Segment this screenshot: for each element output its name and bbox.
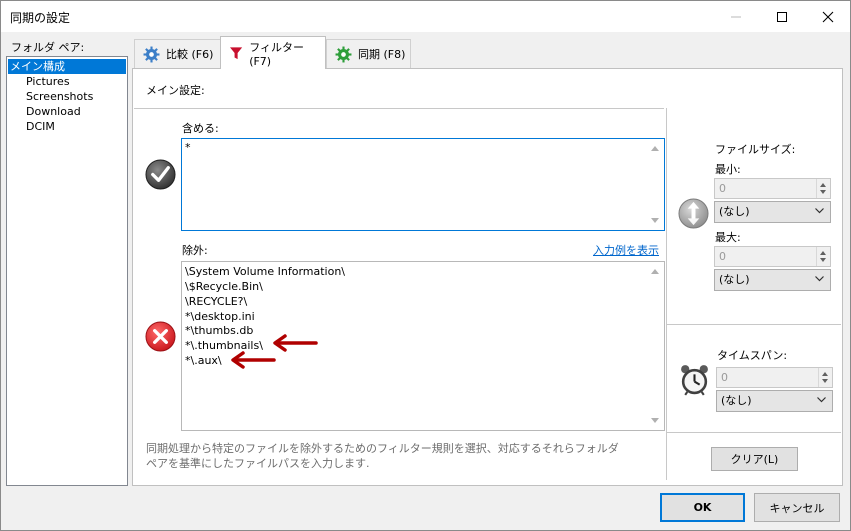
column-divider: [666, 108, 667, 480]
chevron-down-icon: [815, 276, 824, 282]
exclude-line: *\thumbs.db: [185, 324, 254, 337]
include-textarea[interactable]: *: [181, 138, 665, 231]
timespan-unit: (なし): [721, 394, 752, 407]
maximize-icon: [777, 11, 787, 22]
exclude-line: *\.aux\: [185, 354, 222, 367]
exclude-scrollbar[interactable]: [647, 262, 664, 430]
filter-help-text: 同期処理から特定のファイルを除外するためのフィルター規則を選択、対応するそれらフ…: [146, 442, 619, 470]
min-size-value: 0: [719, 182, 726, 195]
exclude-line: *\desktop.ini: [185, 310, 255, 323]
tree-item-dcim[interactable]: DCIM: [26, 119, 55, 134]
min-size-unit-select[interactable]: (なし): [714, 201, 831, 223]
tree-item-pictures[interactable]: Pictures: [26, 74, 70, 89]
chevron-down-icon: [815, 208, 824, 214]
close-icon: [822, 11, 834, 22]
ok-button[interactable]: OK: [660, 493, 745, 522]
chevron-down-icon: [817, 397, 826, 403]
filter-panel: メイン設定: 含める: * 除外: 入力例を表示 \System Volume …: [132, 68, 843, 486]
tab-sync[interactable]: 同期 (F8): [326, 39, 411, 68]
maximize-button[interactable]: [759, 1, 805, 32]
window-title: 同期の設定: [10, 11, 71, 25]
show-examples-link[interactable]: 入力例を表示: [593, 242, 659, 258]
tree-item-download[interactable]: Download: [26, 104, 81, 119]
max-size-value: 0: [719, 250, 726, 263]
timespan-input[interactable]: 0: [716, 367, 833, 388]
tab-compare-label: 比較 (F6): [166, 48, 214, 61]
title-bar: 同期の設定: [1, 1, 850, 32]
tab-filter-label: フィルター (F7): [249, 40, 304, 68]
include-line: *: [185, 141, 191, 154]
exclude-line: \$Recycle.Bin\: [185, 280, 263, 293]
timespan-value: 0: [721, 371, 728, 384]
exclude-label: 除外:: [182, 244, 208, 257]
gear-icon: [143, 46, 160, 62]
minimize-button[interactable]: [713, 1, 759, 32]
min-size-unit: (なし): [719, 205, 750, 218]
sync-settings-dialog: 同期の設定 フォルダ ペア: メイン構成 Pictures Screenshot…: [0, 0, 851, 531]
min-size-input[interactable]: 0: [714, 178, 831, 199]
exclude-textarea[interactable]: \System Volume Information\ \$Recycle.Bi…: [181, 261, 665, 431]
file-size-label: ファイルサイズ:: [715, 143, 796, 156]
max-size-unit: (なし): [719, 273, 750, 286]
annotation-arrow-icon: [273, 334, 318, 352]
size-divider: [667, 324, 841, 325]
tab-sync-label: 同期 (F8): [358, 48, 406, 61]
time-divider: [667, 432, 841, 433]
tree-item-main[interactable]: メイン構成: [8, 59, 126, 74]
exclude-line: \System Volume Information\: [185, 265, 346, 278]
include-label: 含める:: [182, 122, 219, 135]
gear-icon: [335, 46, 352, 62]
annotation-arrow-icon: [231, 351, 276, 369]
clear-button[interactable]: クリア(L): [711, 447, 798, 471]
exclude-x-icon: [145, 321, 176, 352]
max-size-input[interactable]: 0: [714, 246, 831, 267]
alarm-clock-icon: [681, 365, 708, 396]
exclude-line: \RECYCLE?\: [185, 295, 248, 308]
minimize-icon: [731, 16, 741, 17]
tab-compare[interactable]: 比較 (F6): [134, 39, 221, 68]
timespan-unit-select[interactable]: (なし): [716, 390, 833, 412]
folder-pair-tree[interactable]: メイン構成 Pictures Screenshots Download DCIM: [6, 56, 128, 486]
max-size-unit-select[interactable]: (なし): [714, 269, 831, 291]
main-settings-heading: メイン設定:: [146, 84, 205, 97]
close-button[interactable]: [805, 1, 850, 32]
funnel-icon: [230, 46, 243, 59]
folder-pair-label: フォルダ ペア:: [11, 41, 85, 54]
include-check-icon: [145, 159, 176, 190]
heading-divider: [134, 108, 664, 109]
tab-filter[interactable]: フィルター (F7): [220, 36, 326, 69]
tree-item-screenshots[interactable]: Screenshots: [26, 89, 93, 104]
file-size-icon: [678, 198, 709, 229]
max-size-label: 最大:: [715, 231, 741, 244]
include-scrollbar[interactable]: [647, 139, 664, 230]
min-size-label: 最小:: [715, 163, 741, 176]
timespan-label: タイムスパン:: [717, 349, 788, 362]
cancel-button[interactable]: キャンセル: [754, 493, 840, 522]
